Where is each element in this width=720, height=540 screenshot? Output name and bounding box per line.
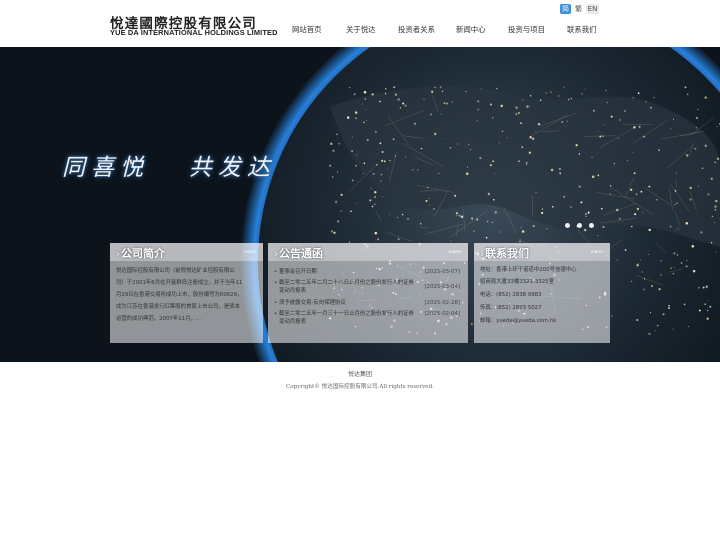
footer-group-name: 悦达集团 (347, 371, 372, 378)
notice-more-link[interactable]: more+ (449, 249, 462, 254)
contact-more-link[interactable]: more+ (591, 249, 604, 254)
list-item[interactable]: • 截至二零二五年一月三十一日止月份之股份发行人的证券变动月报表 [2025-0… (274, 310, 462, 326)
bullet-icon: • (274, 269, 278, 275)
bullet-icon: • (274, 300, 278, 306)
profile-line: 运营的成功典范。2007年11月，... (116, 316, 202, 322)
notice-title: 公告通函 (279, 247, 323, 260)
lang-traditional-button[interactable]: 繁 (573, 4, 584, 14)
notice-item-title[interactable]: 董事会召开日期 (279, 268, 419, 276)
site-header: 悅達國際控股有限公司 YUE DA INTERNATIONAL HOLDINGS… (0, 0, 720, 47)
bullet-icon: • (274, 280, 278, 286)
nav-about[interactable]: 关于悦达 (346, 24, 376, 35)
hero-banner: 同喜悦 共发达 ›公司简介 more+ 悦达国际控股有限公司（前称悦达矿业控股有… (0, 47, 720, 362)
panel-header: ›公告通函 more+ (268, 243, 468, 261)
footer-copyright: Copyright© 悦达国际控股有限公司.All rights reserve… (286, 384, 434, 390)
contact-email[interactable]: 邮箱：yueda@yueda.com.hk (480, 318, 556, 325)
slider-dot-1[interactable] (565, 223, 570, 228)
notice-item-title[interactable]: 须予披露交易-反向保理协议 (279, 299, 419, 307)
contact-panel: ›联系我们 more+ 地址：香港上环干诺道中200号信德中心 招商局大厦33楼… (474, 243, 610, 343)
notice-item-title[interactable]: 截至二零二五年二月二十八日止月份之股份发行人的证券变动月报表 (279, 279, 419, 295)
profile-line: 司）于2001年6月在开曼群岛注册成立，并于当年11 (116, 280, 243, 286)
profile-more-link[interactable]: more+ (244, 249, 257, 254)
main-nav: 网站首页 关于悦达 投资者关系 新闻中心 投资与项目 联系我们 (278, 24, 608, 36)
chevron-right-icon: › (116, 249, 120, 260)
announcements-panel: ›公告通函 more+ • 董事会召开日期 [2025-03-07] • 截至二… (268, 243, 468, 343)
nav-home[interactable]: 网站首页 (292, 24, 322, 35)
banner-slogan: 同喜悦 共发达 (62, 155, 276, 181)
notice-item-date: [2025-02-04] (424, 311, 460, 317)
contact-body: 地址：香港上环干诺道中200号信德中心 招商局大厦33楼3321-3325室 电… (480, 265, 604, 339)
bullet-icon: • (274, 311, 278, 317)
nav-news[interactable]: 新闻中心 (456, 24, 486, 35)
contact-fax: 传真：(852) 2893 5027 (480, 305, 542, 311)
profile-title: 公司简介 (121, 247, 165, 260)
list-item[interactable]: • 须予披露交易-反向保理协议 [2025-02-28] (274, 299, 462, 307)
profile-line: 悦达国际控股有限公司（前称悦达矿业控股有限公 (116, 268, 235, 274)
lang-simplified-button[interactable]: 简 (560, 4, 571, 14)
slider-dot-2[interactable] (577, 223, 582, 228)
contact-address-2: 招商局大厦33楼3321-3325室 (480, 279, 554, 285)
nav-contact[interactable]: 联系我们 (567, 24, 597, 35)
profile-body: 悦达国际控股有限公司（前称悦达矿业控股有限公 司）于2001年6月在开曼群岛注册… (116, 265, 257, 339)
contact-address: 地址：香港上环干诺道中200号信德中心 (480, 267, 577, 273)
contact-phone: 电话：(852) 2838 9983 (480, 292, 542, 298)
slider-dots (562, 223, 602, 231)
notice-item-date: [2025-03-04] (424, 284, 460, 290)
profile-line: 月29日在香港交易所成功上市，股份编号为00629， (116, 292, 243, 298)
panel-header: ›联系我们 more+ (474, 243, 610, 261)
notice-list: • 董事会召开日期 [2025-03-07] • 截至二零二五年二月二十八日止月… (274, 265, 462, 339)
company-profile-panel: ›公司简介 more+ 悦达国际控股有限公司（前称悦达矿业控股有限公 司）于20… (110, 243, 263, 343)
list-item[interactable]: • 截至二零二五年二月二十八日止月份之股份发行人的证券变动月报表 [2025-0… (274, 279, 462, 295)
nav-investor-relations[interactable]: 投资者关系 (398, 24, 435, 35)
nav-investments[interactable]: 投资与项目 (508, 24, 545, 35)
notice-item-date: [2025-02-28] (424, 300, 460, 306)
profile-line: 成为江苏在香港发行红筹股的首家上市公司，是资本 (116, 304, 240, 310)
chevron-right-icon: › (480, 249, 484, 260)
lang-english-button[interactable]: EN (586, 4, 599, 14)
company-logo-en[interactable]: YUE DA INTERNATIONAL HOLDINGS LIMITED (110, 28, 278, 37)
notice-item-title[interactable]: 截至二零二五年一月三十一日止月份之股份发行人的证券变动月报表 (279, 310, 419, 326)
slider-dot-3[interactable] (589, 223, 594, 228)
list-item[interactable]: • 董事会召开日期 [2025-03-07] (274, 268, 462, 276)
panel-header: ›公司简介 more+ (110, 243, 263, 261)
chevron-right-icon: › (274, 249, 278, 260)
notice-item-date: [2025-03-07] (424, 269, 460, 275)
contact-title: 联系我们 (485, 247, 529, 260)
